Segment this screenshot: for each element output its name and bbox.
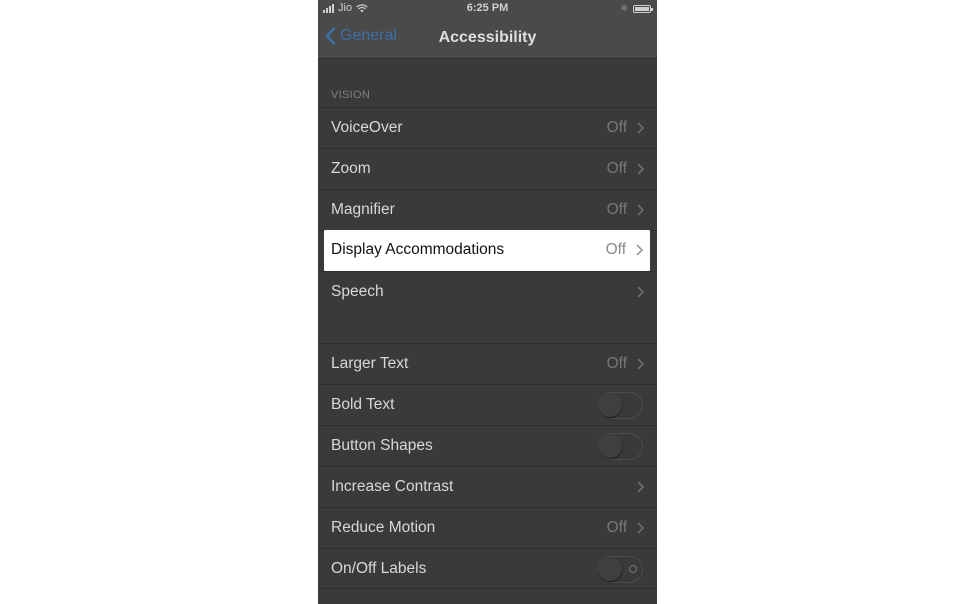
- row-value: Off: [606, 355, 627, 372]
- row-label: On/Off Labels: [331, 560, 427, 577]
- row-label: VoiceOver: [331, 119, 403, 136]
- chevron-right-icon: [637, 122, 644, 134]
- navigation-bar: General Accessibility: [318, 18, 657, 59]
- toggle-knob: [598, 393, 622, 417]
- row-label: Button Shapes: [331, 437, 433, 454]
- button-shapes-toggle[interactable]: [597, 433, 643, 460]
- row-value: Off: [606, 201, 627, 218]
- row-zoom[interactable]: Zoom Off: [318, 148, 657, 189]
- row-label: Bold Text: [331, 396, 395, 413]
- phone-screen: Jio 6:25 PM ✱ General Accessibility VISI…: [318, 0, 657, 604]
- row-increase-contrast[interactable]: Increase Contrast: [318, 466, 657, 507]
- status-bar: Jio 6:25 PM ✱: [318, 0, 657, 18]
- off-indicator-icon: [629, 565, 637, 573]
- chevron-right-icon: [637, 204, 644, 216]
- battery-icon: [633, 4, 653, 13]
- row-label: Speech: [331, 283, 384, 300]
- row-display-accommodations[interactable]: Display Accommodations Off: [324, 230, 650, 271]
- row-label: Larger Text: [331, 355, 409, 372]
- row-voiceover[interactable]: VoiceOver Off: [318, 107, 657, 148]
- chevron-right-icon: [637, 358, 644, 370]
- row-reduce-motion[interactable]: Reduce Motion Off: [318, 507, 657, 548]
- chevron-right-icon: [636, 244, 643, 256]
- status-right: ✱: [620, 3, 653, 14]
- row-value: Off: [606, 519, 627, 536]
- row-label: Reduce Motion: [331, 519, 436, 536]
- row-on-off-labels: On/Off Labels: [318, 548, 657, 589]
- chevron-right-icon: [637, 481, 644, 493]
- row-bold-text: Bold Text: [318, 384, 657, 425]
- row-value: Off: [605, 241, 626, 258]
- chevron-right-icon: [637, 286, 644, 298]
- section-header-vision: VISION: [331, 89, 371, 101]
- on-off-labels-toggle[interactable]: [597, 556, 643, 583]
- row-value: Off: [606, 160, 627, 177]
- toggle-knob: [598, 557, 622, 581]
- row-larger-text[interactable]: Larger Text Off: [318, 343, 657, 384]
- page-title: Accessibility: [438, 29, 537, 46]
- vision-group: VoiceOver Off Zoom Off Magnifier Off Spe…: [318, 107, 657, 312]
- chevron-right-icon: [637, 163, 644, 175]
- row-magnifier[interactable]: Magnifier Off: [318, 189, 657, 230]
- row-button-shapes: Button Shapes: [318, 425, 657, 466]
- bold-text-toggle[interactable]: [597, 392, 643, 419]
- bluetooth-icon: ✱: [620, 3, 628, 13]
- toggle-knob: [598, 434, 622, 458]
- text-group: Larger Text Off Bold Text Button Shapes …: [318, 343, 657, 589]
- row-label: Magnifier: [331, 201, 395, 218]
- row-label: Display Accommodations: [331, 241, 505, 258]
- row-label: Increase Contrast: [331, 478, 454, 495]
- row-value: Off: [606, 119, 627, 136]
- row-label: Zoom: [331, 160, 371, 177]
- chevron-right-icon: [637, 522, 644, 534]
- status-time: 6:25 PM: [466, 2, 509, 14]
- row-speech[interactable]: Speech: [318, 271, 657, 312]
